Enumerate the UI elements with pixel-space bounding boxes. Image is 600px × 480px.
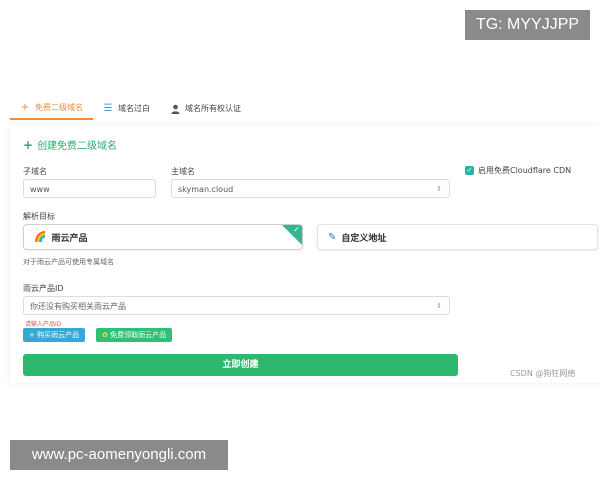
tab-bar: + 免费二级域名 ☰ 域名过白 域名所有权认证 [10,96,600,120]
target-option-label: 自定义地址 [341,233,387,244]
plus-icon: + [20,102,30,113]
product-id-select[interactable]: 你还没有购买相关雨云产品 ⇕ [23,296,450,315]
tab-free-subdomain[interactable]: + 免费二级域名 [10,102,93,120]
cdn-checkbox[interactable]: ✓ [465,166,474,175]
target-option-label: 雨云产品 [51,233,88,244]
tab-domain-ownership[interactable]: 域名所有权认证 [160,103,251,120]
product-id-placeholder: 你还没有购买相关雨云产品 [30,302,126,311]
target-option-rain-product[interactable]: 🌈 雨云产品 ✓ [23,224,303,250]
subdomain-input[interactable]: www [23,179,156,198]
product-id-label: 雨云产品ID [23,284,64,293]
tab-label: 域名所有权认证 [185,104,241,113]
target-label: 解析目标 [23,212,55,221]
plus-icon: + [23,137,34,152]
chevron-updown-icon: ⇕ [436,302,442,310]
free-product-label: 免费领取雨云产品 [110,331,167,339]
tab-label: 域名过白 [118,104,150,113]
main-domain-value: skyman.cloud [178,185,234,194]
rainbow-icon: 🌈 [34,231,47,243]
check-icon: ✓ [293,225,300,234]
main-domain-label: 主域名 [171,167,195,176]
main-domain-select[interactable]: skyman.cloud ⇕ [171,179,450,198]
target-option-custom-address[interactable]: ✎ 自定义地址 [317,224,598,250]
pen-icon: ✎ [328,231,337,243]
subdomain-label: 子域名 [23,167,47,176]
star-icon: ✿ [102,331,108,339]
target-hint: 对于雨云产品可使用专属域名 [23,258,114,266]
card-title-text: 创建免费二级域名 [37,141,118,152]
csdn-watermark: CSDN @狗狂网络 [510,369,576,378]
tab-label: 免费二级域名 [35,103,83,112]
card-title: + 创建免费二级域名 [23,137,118,153]
product-id-error: 请输入产品ID [25,321,62,328]
buy-product-button[interactable]: + 购买雨云产品 [23,328,86,342]
tab-domain-whitelist[interactable]: ☰ 域名过白 [93,103,160,120]
watermark-top: TG: MYYJJPP [465,10,590,40]
free-product-button[interactable]: ✿ 免费领取雨云产品 [96,328,173,342]
user-icon [170,104,180,114]
list-icon: ☰ [103,103,113,114]
create-subdomain-card: + 创建免费二级域名 子域名 www 主域名 skyman.cloud ⇕ ✓ … [10,125,600,383]
create-button[interactable]: 立即创建 [23,354,458,376]
cdn-label: 启用免费Cloudflare CDN [478,166,572,175]
chevron-updown-icon: ⇕ [436,185,442,193]
watermark-bottom: www.pc-aomenyongli.com [10,440,228,470]
